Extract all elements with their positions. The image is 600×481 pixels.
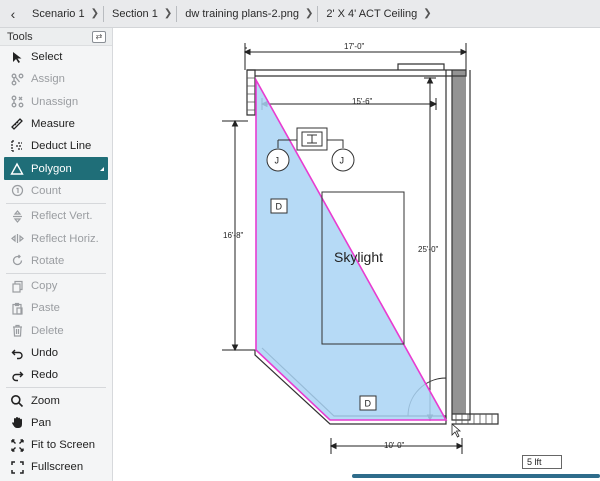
chevron-right-icon: ❯: [90, 8, 99, 19]
tool-redo[interactable]: Redo: [0, 364, 112, 386]
undo-icon: [9, 345, 25, 361]
fixture-tag-j-left: J: [275, 156, 280, 166]
cursor-icon: [9, 49, 25, 65]
trash-icon: [9, 323, 25, 339]
dimension-label-right: 25'-0": [418, 245, 439, 254]
breadcrumb: ‹ Scenario 1 ❯ Section 1 ❯ dw training p…: [0, 0, 600, 28]
hand-icon: [9, 415, 25, 431]
chevron-right-icon: ❯: [163, 8, 173, 19]
triangle-icon: [9, 161, 25, 177]
breadcrumb-item-scenario[interactable]: Scenario 1 ❯: [26, 5, 106, 22]
tools-title: Tools: [7, 30, 33, 43]
tool-copy[interactable]: Copy: [0, 275, 112, 297]
dimension-label-inner: 15'-6": [352, 97, 373, 106]
reflect-horizontal-icon: [9, 231, 25, 247]
skylight-label: Skylight: [334, 249, 383, 265]
breadcrumb-item-plan[interactable]: dw training plans-2.png ❯: [179, 5, 320, 22]
device-tag-d-upper: D: [276, 202, 283, 212]
paste-icon: [9, 300, 25, 316]
horizontal-scrollbar[interactable]: [352, 474, 600, 478]
zoom-icon: [9, 393, 25, 409]
brick-wall-hatch: [452, 70, 466, 414]
chevron-right-icon: ❯: [305, 8, 314, 19]
panel-settings-icon[interactable]: ⇄: [92, 30, 106, 43]
back-chevron-icon[interactable]: ‹: [0, 0, 26, 28]
chevron-right-icon: ❯: [423, 8, 432, 19]
floor-plan: 17'-0" 15'-6" 16'-8" 25'-0" 10'-0" Skyli…: [222, 42, 499, 454]
reflect-vertical-icon: [9, 208, 25, 224]
tool-measure[interactable]: Measure: [0, 113, 112, 135]
tool-rotate[interactable]: Rotate: [0, 250, 112, 272]
redo-icon: [9, 367, 25, 383]
tools-header: Tools ⇄: [0, 28, 112, 46]
deduct-line-icon: [9, 138, 25, 154]
tool-fit-to-screen[interactable]: Fit to Screen: [0, 434, 112, 456]
count-icon: [9, 183, 25, 199]
tool-count[interactable]: Count: [0, 180, 112, 202]
tool-polygon[interactable]: Polygon: [4, 157, 108, 180]
device-tag-d-lower: D: [365, 399, 372, 409]
breadcrumb-item-section[interactable]: Section 1 ❯: [106, 5, 179, 22]
copy-icon: [9, 278, 25, 294]
tool-zoom[interactable]: Zoom: [0, 389, 112, 411]
dimension-label-left: 16'-8": [223, 231, 244, 240]
breadcrumb-item-condition[interactable]: 2' X 4' ACT Ceiling ❯: [320, 8, 435, 20]
tool-assign[interactable]: Assign: [0, 68, 112, 90]
expand-caret-icon[interactable]: [100, 166, 104, 171]
tool-pan[interactable]: Pan: [0, 412, 112, 434]
tools-panel: Tools ⇄ Select Assign Unassign Measure D…: [0, 28, 113, 481]
fit-screen-icon: [9, 437, 25, 453]
tool-deduct-line[interactable]: Deduct Line: [0, 135, 112, 157]
drawing-canvas[interactable]: 17'-0" 15'-6" 16'-8" 25'-0" 10'-0" Skyli…: [114, 28, 600, 481]
ruler-icon: [9, 116, 25, 132]
tool-select[interactable]: Select: [0, 46, 112, 68]
fullscreen-icon: [9, 459, 25, 475]
tool-reflect-vertical[interactable]: Reflect Vert.: [0, 205, 112, 227]
dimension-inner: [260, 98, 438, 110]
fixture-tag-j-right: J: [340, 156, 345, 166]
rotate-icon: [9, 253, 25, 269]
dimension-label-bottom: 10'-0": [384, 441, 405, 450]
dimension-label-top: 17'-0": [344, 42, 365, 51]
assign-icon: [9, 71, 25, 87]
tool-undo[interactable]: Undo: [0, 342, 112, 364]
tool-fullscreen[interactable]: Fullscreen: [0, 456, 112, 478]
tool-delete[interactable]: Delete: [0, 320, 112, 342]
tool-paste[interactable]: Paste: [0, 297, 112, 319]
mouse-cursor-icon: [451, 423, 462, 438]
unassign-icon: [9, 94, 25, 110]
tool-unassign[interactable]: Unassign: [0, 91, 112, 113]
scale-indicator: 5 lft: [522, 455, 562, 469]
tool-reflect-horizontal[interactable]: Reflect Horiz.: [0, 227, 112, 249]
